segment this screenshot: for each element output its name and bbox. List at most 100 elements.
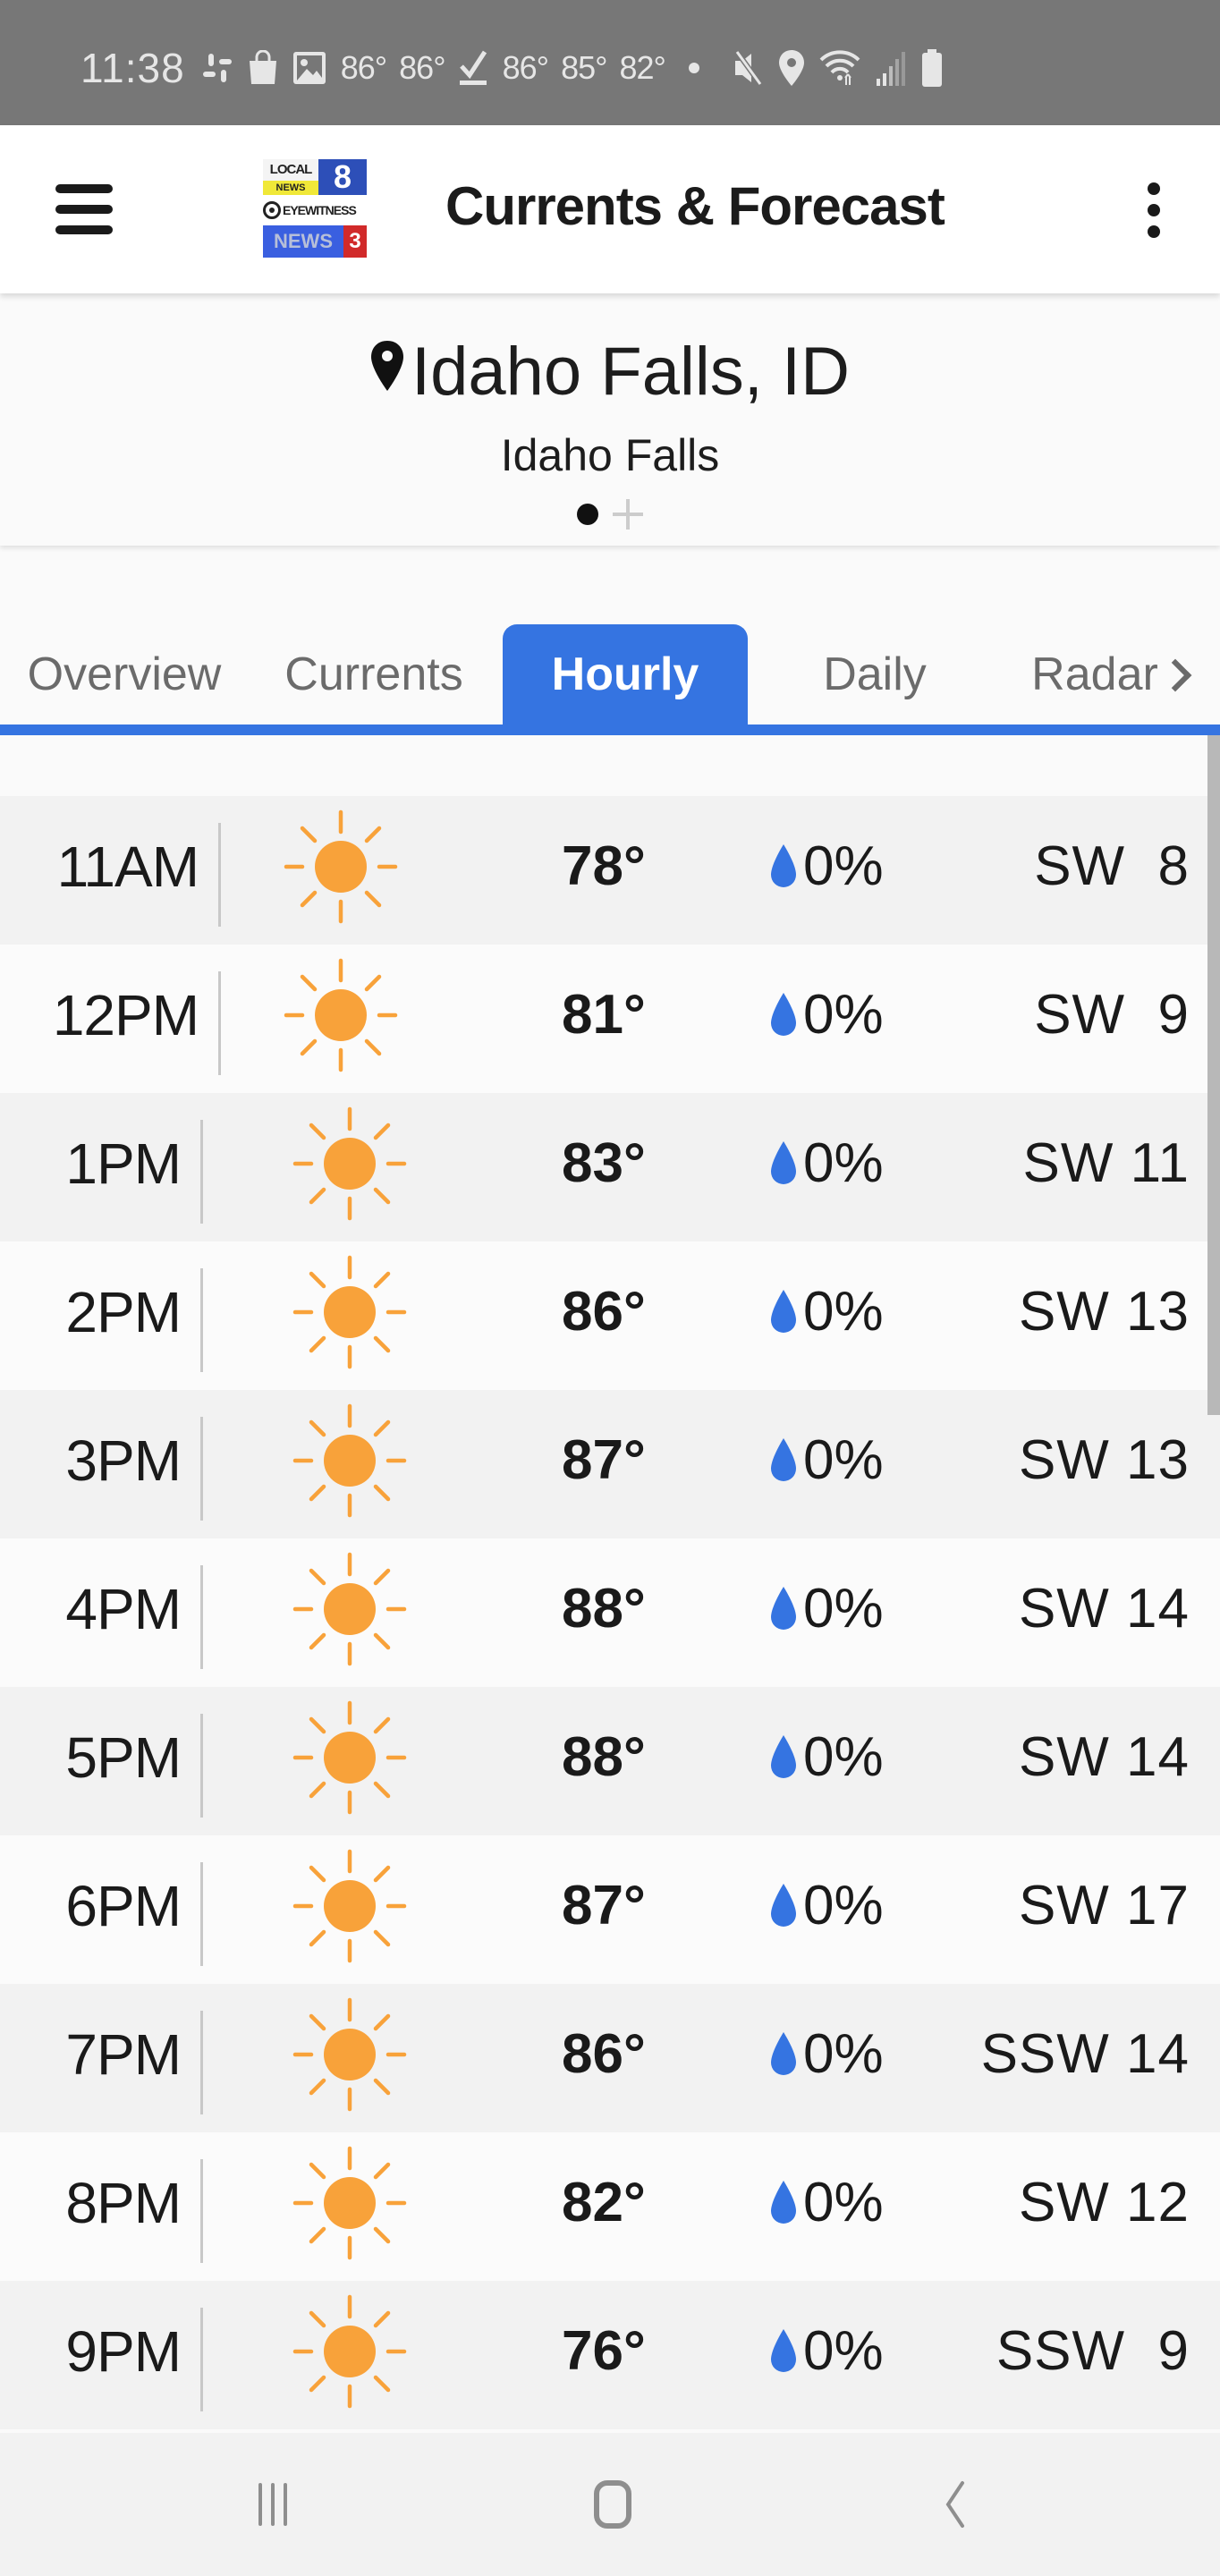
precip-value: 0% bbox=[803, 2023, 884, 2085]
hourly-row[interactable]: 2PM 86° 0% SW 13 bbox=[0, 1241, 1220, 1390]
hour-time: 4PM bbox=[65, 1577, 182, 1641]
back-icon bbox=[945, 2481, 964, 2528]
page-title: Currents & Forecast bbox=[445, 176, 945, 236]
hour-temperature: 86° bbox=[562, 2023, 646, 2085]
hour-precipitation: 0% bbox=[769, 1835, 884, 1977]
home-button[interactable] bbox=[559, 2469, 666, 2540]
hour-precipitation: 0% bbox=[769, 945, 884, 1086]
logo-eight-text: 8 bbox=[318, 159, 367, 195]
precip-value: 0% bbox=[803, 1875, 884, 1936]
raindrop-icon bbox=[771, 993, 796, 1036]
hourly-forecast-list: 11AM 78° 0% SW 8 12PM 81° 0% SW 9 1PM 83° 0% SW 11 2… bbox=[0, 796, 1220, 2429]
hourly-row[interactable]: 4PM 88° 0% SW 14 bbox=[0, 1538, 1220, 1687]
precip-value: 0% bbox=[803, 1726, 884, 1788]
hourly-row[interactable]: 3PM 87° 0% SW 13 bbox=[0, 1390, 1220, 1538]
sunny-icon bbox=[292, 1255, 407, 1369]
sunny-icon bbox=[292, 1700, 407, 1815]
raindrop-icon bbox=[771, 1141, 796, 1184]
station-logo: LOCAL NEWS 8 EYEWITNESS NEWS 3 bbox=[263, 159, 367, 259]
menu-line bbox=[55, 205, 113, 214]
hour-precipitation: 0% bbox=[769, 1241, 884, 1383]
hour-temperature: 83° bbox=[562, 1132, 646, 1194]
tab-radar[interactable]: Radar bbox=[1002, 624, 1216, 724]
location-card[interactable]: Idaho Falls, ID Idaho Falls bbox=[0, 295, 1220, 546]
hour-precipitation: 0% bbox=[769, 1390, 884, 1531]
raindrop-icon bbox=[771, 1438, 796, 1481]
pager-dot-active[interactable] bbox=[577, 504, 598, 525]
recent-apps-button[interactable] bbox=[219, 2469, 326, 2540]
hamburger-menu-button[interactable] bbox=[55, 181, 113, 238]
row-divider bbox=[218, 823, 221, 927]
hourly-row[interactable]: 11AM 78° 0% SW 8 bbox=[0, 796, 1220, 945]
overflow-menu-button[interactable] bbox=[1134, 179, 1173, 242]
logo-three-text: 3 bbox=[343, 225, 367, 258]
hour-temperature: 87° bbox=[562, 1429, 646, 1491]
location-name: Idaho Falls, ID bbox=[411, 334, 850, 410]
weather-temp-4: 85° bbox=[561, 49, 607, 86]
raindrop-icon bbox=[771, 1735, 796, 1778]
home-icon bbox=[594, 2480, 631, 2529]
hour-temperature: 88° bbox=[562, 1578, 646, 1640]
hour-wind: SW 17 bbox=[1018, 1875, 1190, 1936]
overflow-dot bbox=[1148, 182, 1160, 195]
raindrop-icon bbox=[771, 2032, 796, 2075]
weather-temp-5: 82° bbox=[619, 49, 666, 86]
hour-time: 2PM bbox=[65, 1280, 182, 1344]
tab-hourly[interactable]: Hourly bbox=[503, 624, 748, 724]
overflow-dot bbox=[1148, 204, 1160, 216]
hour-wind: SW 8 bbox=[1034, 835, 1190, 897]
weather-temp-1: 86° bbox=[340, 49, 387, 86]
hour-temperature: 82° bbox=[562, 2172, 646, 2233]
hour-precipitation: 0% bbox=[769, 1687, 884, 1828]
hour-wind: SW 13 bbox=[1018, 1281, 1190, 1343]
add-location-icon[interactable] bbox=[613, 499, 643, 530]
hour-temperature: 76° bbox=[562, 2320, 646, 2382]
location-header: Idaho Falls, ID bbox=[0, 333, 1220, 411]
logo-news-text: NEWS bbox=[263, 181, 318, 195]
hour-precipitation: 0% bbox=[769, 1984, 884, 2125]
hourly-row[interactable]: 8PM 82° 0% SW 12 bbox=[0, 2132, 1220, 2281]
hourly-row[interactable]: 5PM 88° 0% SW 14 bbox=[0, 1687, 1220, 1835]
hourly-row[interactable]: 12PM 81° 0% SW 9 bbox=[0, 945, 1220, 1093]
sunny-icon bbox=[284, 809, 398, 924]
back-button[interactable] bbox=[902, 2469, 1009, 2540]
row-divider bbox=[200, 2308, 203, 2411]
tab-currents[interactable]: Currents bbox=[259, 624, 488, 724]
sunny-icon bbox=[292, 1997, 407, 2112]
location-subtitle: Idaho Falls bbox=[500, 430, 720, 480]
overflow-dot bbox=[1148, 225, 1160, 238]
hour-precipitation: 0% bbox=[769, 2281, 884, 2422]
sunny-icon bbox=[292, 1849, 407, 1963]
hourly-row[interactable]: 6PM 87° 0% SW 17 bbox=[0, 1835, 1220, 1984]
news3-logo: NEWS 3 bbox=[263, 225, 367, 258]
raindrop-icon bbox=[771, 2329, 796, 2372]
eyewitness-logo: EYEWITNESS bbox=[263, 199, 367, 222]
hour-wind: SW 12 bbox=[1018, 2172, 1190, 2233]
app-bar: LOCAL NEWS 8 EYEWITNESS NEWS 3 Currents … bbox=[0, 125, 1220, 293]
tab-daily[interactable]: Daily bbox=[787, 624, 962, 724]
row-divider bbox=[200, 1565, 203, 1669]
scrollbar[interactable] bbox=[1207, 735, 1220, 1415]
hour-precipitation: 0% bbox=[769, 1538, 884, 1680]
raindrop-icon bbox=[771, 844, 796, 887]
precip-value: 0% bbox=[803, 1429, 884, 1491]
location-icon bbox=[778, 46, 805, 90]
hourly-row[interactable]: 1PM 83° 0% SW 11 bbox=[0, 1093, 1220, 1241]
tab-overview[interactable]: Overview bbox=[0, 624, 249, 724]
hour-time: 3PM bbox=[65, 1428, 182, 1493]
hour-time: 11AM bbox=[56, 835, 199, 899]
tab-indicator-bar bbox=[0, 724, 1220, 735]
sunny-icon bbox=[292, 2146, 407, 2260]
weather-temp-2: 86° bbox=[399, 49, 445, 86]
hour-temperature: 81° bbox=[562, 984, 646, 1046]
hour-temperature: 78° bbox=[562, 835, 646, 897]
precip-value: 0% bbox=[803, 1281, 884, 1343]
hourly-row[interactable]: 9PM 76° 0% SSW 9 bbox=[0, 2281, 1220, 2429]
slack-icon bbox=[201, 46, 233, 90]
hour-time: 5PM bbox=[65, 1725, 182, 1790]
chevron-right-icon[interactable] bbox=[1158, 658, 1192, 692]
hourly-row[interactable]: 7PM 86° 0% SSW 14 bbox=[0, 1984, 1220, 2132]
hour-wind: SW 11 bbox=[1022, 1132, 1190, 1194]
screen: 11:38 86° 86° 86° 85° 82° LOCAL NEWS 8 E… bbox=[0, 0, 1220, 2576]
hour-time: 9PM bbox=[65, 2319, 182, 2384]
